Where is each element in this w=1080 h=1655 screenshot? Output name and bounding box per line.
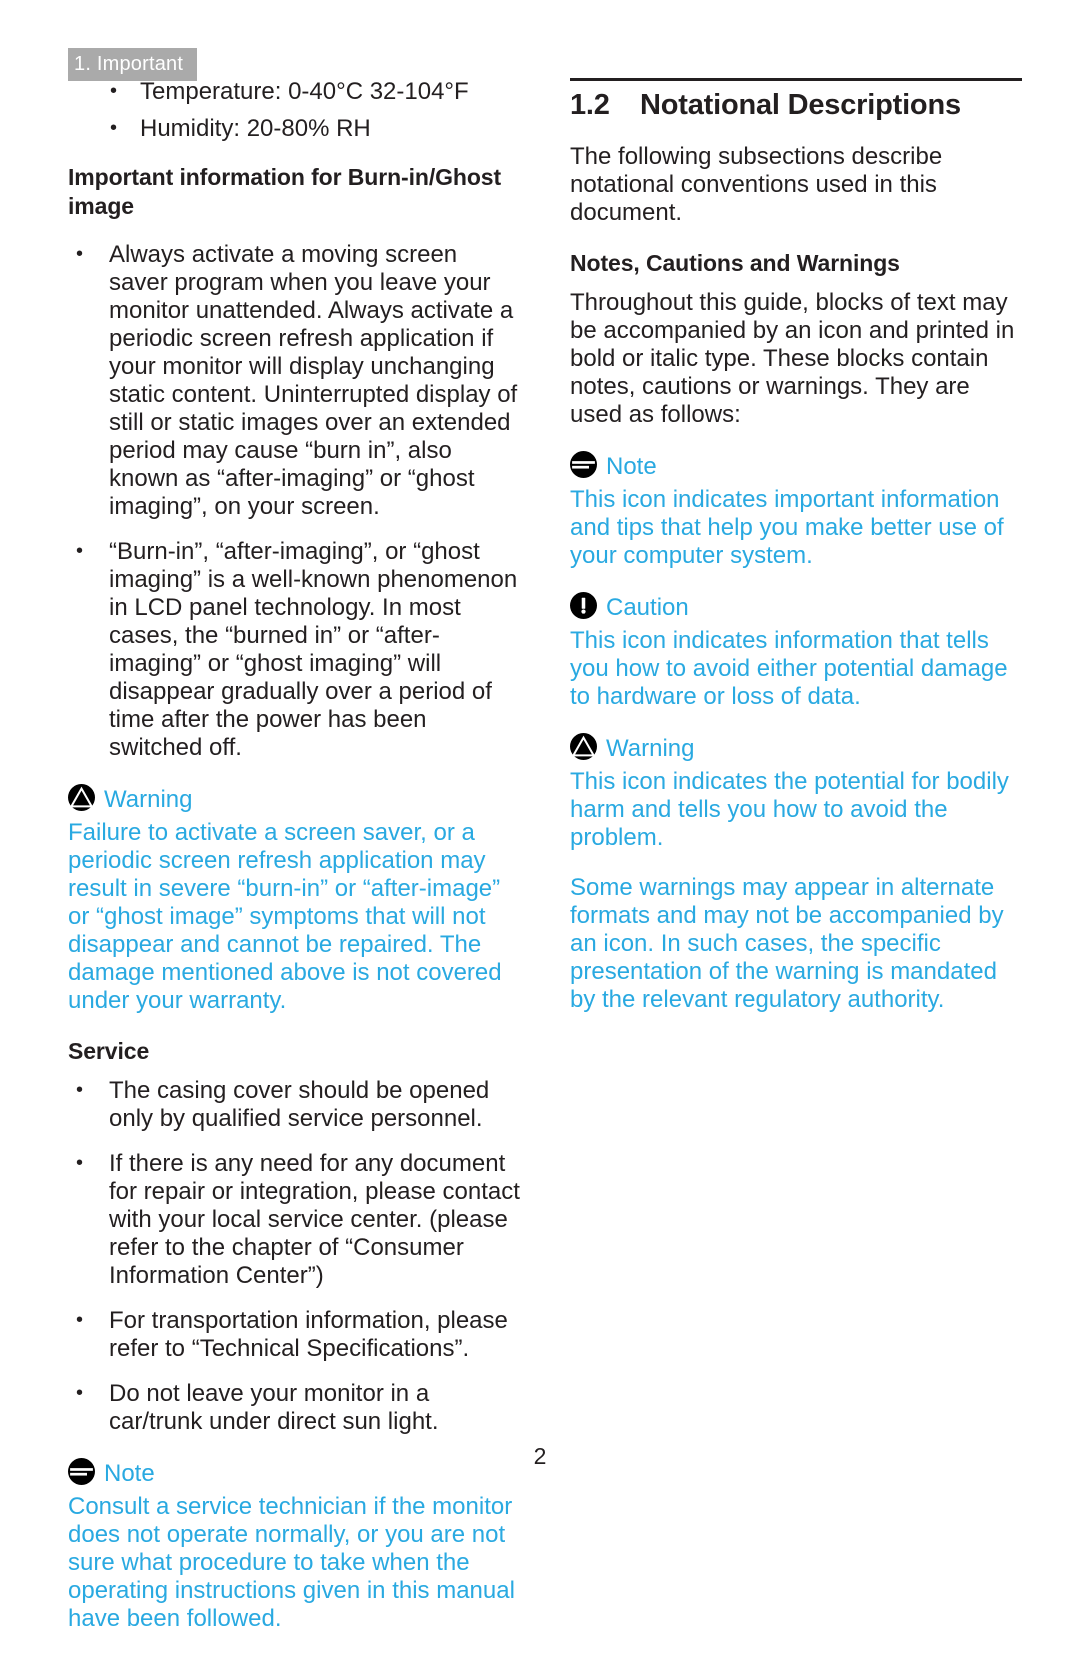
note-callout-title: Note bbox=[606, 453, 657, 480]
note-callout: Note This icon indicates important infor… bbox=[570, 451, 1022, 570]
caution-callout-title: Caution bbox=[606, 594, 689, 621]
warning-callout-body: This icon indicates the potential for bo… bbox=[570, 768, 1009, 851]
note-lines-icon bbox=[570, 451, 597, 483]
left-column: Temperature: 0-40°C 32-104°F Humidity: 2… bbox=[68, 77, 520, 1655]
right-column: 1.2 Notational Descriptions The following… bbox=[570, 78, 1022, 1036]
notes-intro-paragraph: Throughout this guide, blocks of text ma… bbox=[570, 289, 1015, 428]
list-item: Always activate a moving screen saver pr… bbox=[68, 240, 520, 521]
page-number: 2 bbox=[533, 1443, 547, 1469]
caution-callout: Caution This icon indicates information … bbox=[570, 592, 1022, 711]
list-item: For transportation information, please r… bbox=[68, 1306, 520, 1363]
warning-callout-title: Warning bbox=[606, 735, 695, 762]
chapter-tab: 1. Important bbox=[68, 48, 198, 81]
environment-bullet-list: Temperature: 0-40°C 32-104°F Humidity: 2… bbox=[68, 77, 520, 143]
list-item: Do not leave your monitor in a car/trunk… bbox=[68, 1379, 520, 1436]
note-callout-header: Note bbox=[570, 451, 1022, 483]
section-number: 1.2 bbox=[570, 89, 610, 121]
section-divider-rule bbox=[570, 78, 1022, 81]
list-item: The casing cover should be opened only b… bbox=[68, 1076, 520, 1133]
list-item: Temperature: 0-40°C 32-104°F bbox=[68, 77, 520, 106]
warning-triangle-icon bbox=[570, 733, 597, 765]
warning-callout: Warning Failure to activate a screen sav… bbox=[68, 784, 520, 1015]
warning-callout: Warning This icon indicates the potentia… bbox=[570, 733, 1022, 1014]
note-callout: Note Consult a service technician if the… bbox=[68, 1458, 520, 1633]
list-item: “Burn-in”, “after-imaging”, or “ghost im… bbox=[68, 537, 520, 762]
note-callout-body: This icon indicates important informatio… bbox=[570, 486, 1004, 569]
warning-triangle-icon bbox=[68, 784, 95, 816]
note-callout-body: Consult a service technician if the moni… bbox=[68, 1493, 515, 1632]
page-title: 1.2 Notational Descriptions bbox=[570, 87, 1022, 123]
document-page: 1. Important Temperature: 0-40°C 32-104°… bbox=[0, 0, 1080, 1632]
caution-exclamation-icon bbox=[570, 592, 597, 624]
section-intro-paragraph: The following subsections describe notat… bbox=[570, 143, 943, 226]
warning-callout-body-secondary: Some warnings may appear in alternate fo… bbox=[570, 874, 1004, 1013]
service-bullet-list: The casing cover should be opened only b… bbox=[68, 1076, 520, 1436]
caution-callout-header: Caution bbox=[570, 592, 1022, 624]
warning-callout-header: Warning bbox=[68, 784, 520, 816]
warning-callout-title: Warning bbox=[104, 786, 193, 813]
section-title-text: Notational Descriptions bbox=[640, 89, 961, 121]
notes-cautions-warnings-heading: Notes, Cautions and Warnings bbox=[570, 250, 900, 276]
warning-callout-header: Warning bbox=[570, 733, 1022, 765]
burn-in-heading: Important information for Burn-in/Ghost … bbox=[68, 164, 502, 219]
caution-callout-body: This icon indicates information that tel… bbox=[570, 627, 1008, 710]
list-item: If there is any need for any document fo… bbox=[68, 1149, 520, 1290]
service-heading: Service bbox=[68, 1038, 150, 1064]
warning-callout-body: Failure to activate a screen saver, or a… bbox=[68, 819, 502, 1014]
list-item: Humidity: 20-80% RH bbox=[68, 114, 520, 143]
burn-in-bullet-list: Always activate a moving screen saver pr… bbox=[68, 240, 520, 762]
